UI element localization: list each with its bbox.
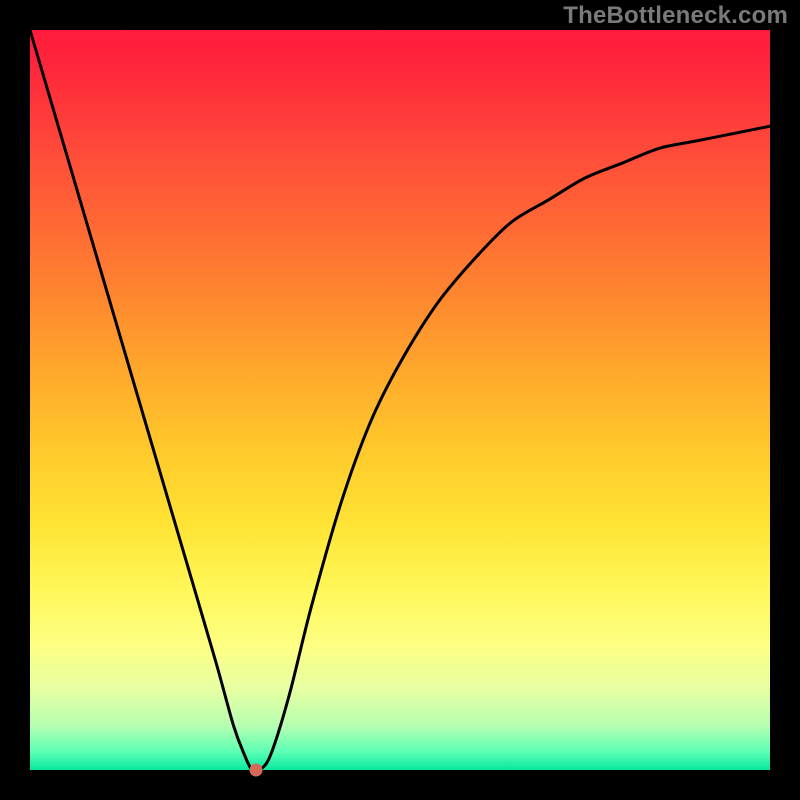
watermark-text: TheBottleneck.com xyxy=(563,2,788,30)
optimal-point-marker xyxy=(249,764,262,777)
plot-area xyxy=(30,30,770,770)
bottleneck-curve xyxy=(30,30,770,770)
chart-frame: TheBottleneck.com xyxy=(0,0,800,800)
